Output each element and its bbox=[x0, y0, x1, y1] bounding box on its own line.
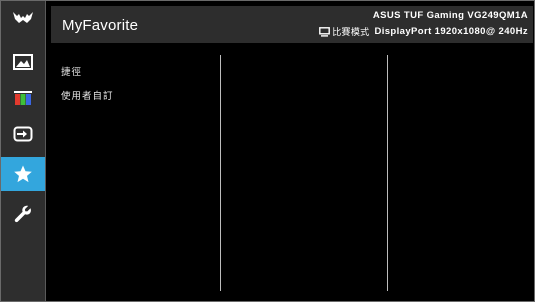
image-icon bbox=[13, 54, 33, 70]
osd-window: MyFavorite ASUS TUF Gaming VG249QM1A 比賽模… bbox=[0, 0, 535, 302]
input-select-icon bbox=[13, 126, 33, 142]
page-title: MyFavorite bbox=[62, 17, 139, 34]
monitor-model: ASUS TUF Gaming VG249QM1A bbox=[372, 10, 528, 21]
sidebar-item-image[interactable] bbox=[1, 45, 45, 79]
status-line: 比賽模式 DisplayPort 1920x1080@ 240Hz bbox=[319, 25, 528, 38]
color-bars-icon bbox=[14, 91, 32, 105]
menu-column-3 bbox=[387, 55, 534, 291]
menu-item-shortcut[interactable]: 捷徑 bbox=[61, 64, 82, 78]
menu-column-1: 捷徑 使用者自訂 bbox=[51, 55, 219, 291]
menu-item-customize[interactable]: 使用者自訂 bbox=[61, 88, 114, 102]
menu-content: 捷徑 使用者自訂 bbox=[51, 47, 533, 301]
game-mode-label: 比賽模式 bbox=[332, 27, 370, 37]
header-bar: MyFavorite ASUS TUF Gaming VG249QM1A 比賽模… bbox=[51, 6, 533, 43]
sidebar bbox=[1, 1, 46, 301]
star-icon bbox=[14, 165, 32, 183]
sidebar-item-myfavorite[interactable] bbox=[1, 157, 45, 191]
wrench-icon bbox=[14, 205, 31, 223]
game-mode-icon bbox=[319, 26, 331, 37]
sidebar-item-color[interactable] bbox=[1, 81, 45, 115]
menu-column-2 bbox=[220, 55, 387, 291]
sidebar-item-tuf-logo bbox=[1, 1, 45, 35]
tuf-logo-icon bbox=[13, 12, 33, 23]
sidebar-item-input[interactable] bbox=[1, 117, 45, 151]
main-panel: MyFavorite ASUS TUF Gaming VG249QM1A 比賽模… bbox=[46, 1, 534, 301]
sidebar-item-system[interactable] bbox=[1, 197, 45, 231]
signal-info: DisplayPort 1920x1080@ 240Hz bbox=[374, 26, 528, 37]
